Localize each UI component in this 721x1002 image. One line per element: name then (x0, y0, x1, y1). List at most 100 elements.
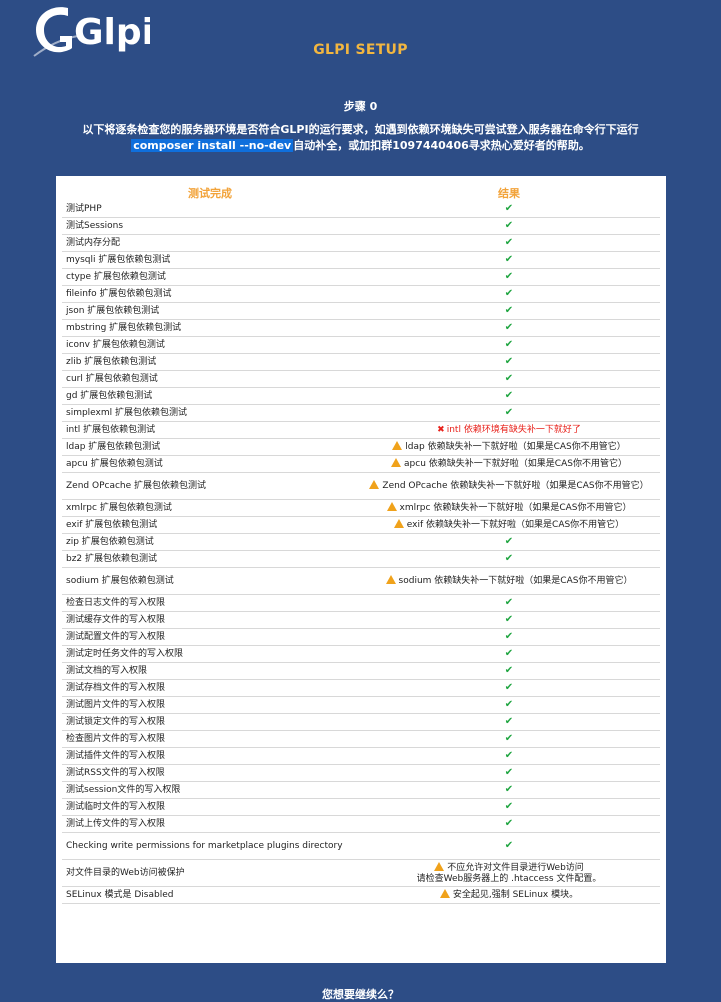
test-name: 测试锁定文件的写入权限 (62, 713, 358, 731)
table-row: iconv 扩展包依赖包测试 ✔ (62, 336, 660, 354)
intro-text: 以下将逐条检查您的服务器环境是否符合GLPI的运行要求，如遇到依赖环境缺失可尝试… (20, 122, 701, 154)
test-name: 测试RSS文件的写入权限 (62, 764, 358, 782)
table-row: 测试上传文件的写入权限 ✔ (62, 815, 660, 833)
warning-message: exif 依赖缺失补一下就好啦（如果是CAS你不用管它） (406, 520, 625, 530)
test-name: intl 扩展包依赖包测试 (62, 421, 358, 439)
table-row: apcu 扩展包依赖包测试 apcu 依赖缺失补一下就好啦（如果是CAS你不用管它… (62, 455, 660, 473)
warning-message: 不应允许对文件目录进行Web访问 (447, 862, 584, 873)
table-row: SELinux 模式是 Disabled 安全起见,强制 SELinux 模块。 (62, 886, 660, 904)
test-name: 检查日志文件的写入权限 (62, 594, 358, 612)
column-header-test: 测试完成 (188, 187, 232, 200)
requirements-table: 测试完成 结果 测试PHP ✔ 测试Sessions ✔ 测试内存分配 ✔ mysqli 扩… (62, 185, 660, 904)
check-icon: ✔ (504, 220, 514, 231)
table-row: exif 扩展包依赖包测试 exif 依赖缺失补一下就好啦（如果是CAS你不用管它… (62, 516, 660, 534)
test-name: curl 扩展包依赖包测试 (62, 370, 358, 388)
test-name: 测试定时任务文件的写入权限 (62, 645, 358, 663)
test-name: 测试临时文件的写入权限 (62, 798, 358, 816)
composer-command: composer install --no-dev (131, 139, 294, 152)
check-icon: ✔ (504, 407, 514, 418)
setup-title: GLPI SETUP (313, 42, 408, 58)
requirements-panel: 测试完成 结果 测试PHP ✔ 测试Sessions ✔ 测试内存分配 ✔ mysqli 扩… (56, 176, 666, 963)
table-row: 对文件目录的Web访问被保护 不应允许对文件目录进行Web访问 请检查Web服务器上… (62, 859, 660, 887)
test-result: ✔ (358, 730, 660, 748)
table-row: 测试配置文件的写入权限 ✔ (62, 628, 660, 646)
warning-icon (439, 889, 450, 898)
table-row: intl 扩展包依赖包测试 ✖ intl 依赖环境有缺失补一下就好了 (62, 421, 660, 439)
test-name: 测试文档的写入权限 (62, 662, 358, 680)
test-name: zlib 扩展包依赖包测试 (62, 353, 358, 371)
table-row: ldap 扩展包依赖包测试 ldap 依赖缺失补一下就好啦（如果是CAS你不用管它… (62, 438, 660, 456)
test-name: apcu 扩展包依赖包测试 (62, 455, 358, 473)
check-icon: ✔ (504, 339, 514, 350)
table-row: simplexml 扩展包依赖包测试 ✔ (62, 404, 660, 422)
test-name: SELinux 模式是 Disabled (62, 886, 358, 904)
test-result: ✔ (358, 285, 660, 303)
test-name: simplexml 扩展包依赖包测试 (62, 404, 358, 422)
test-result: ✔ (358, 611, 660, 629)
table-row: mbstring 扩展包依赖包测试 ✔ (62, 319, 660, 337)
check-icon: ✔ (504, 373, 514, 384)
test-name: 测试PHP (62, 201, 358, 218)
step-label: 步骤 0 (343, 100, 378, 113)
test-result: xmlrpc 依赖缺失补一下就好啦（如果是CAS你不用管它） (358, 499, 660, 517)
warning-icon (385, 575, 396, 584)
table-row: 测试文档的写入权限 ✔ (62, 662, 660, 680)
test-result: ✔ (358, 764, 660, 782)
test-result: ✔ (358, 404, 660, 422)
check-icon: ✔ (504, 699, 514, 710)
test-name: 测试session文件的写入权限 (62, 781, 358, 799)
test-result: sodium 依赖缺失补一下就好啦（如果是CAS你不用管它） (358, 567, 660, 595)
check-icon: ✔ (504, 288, 514, 299)
table-row: 检查日志文件的写入权限 ✔ (62, 594, 660, 612)
warning-message: Zend OPcache 依赖缺失补一下就好啦（如果是CAS你不用管它） (382, 481, 649, 491)
intro-line1: 以下将逐条检查您的服务器环境是否符合GLPI的运行要求，如遇到依赖环境缺失可尝试… (82, 123, 639, 136)
test-name: sodium 扩展包依赖包测试 (62, 567, 358, 595)
test-result: ✔ (358, 594, 660, 612)
error-message: intl 依赖环境有缺失补一下就好了 (446, 424, 581, 435)
test-name: 检查图片文件的写入权限 (62, 730, 358, 748)
test-result: exif 依赖缺失补一下就好啦（如果是CAS你不用管它） (358, 516, 660, 534)
test-result: ✔ (358, 319, 660, 337)
test-name: 测试上传文件的写入权限 (62, 815, 358, 833)
test-result: ✔ (358, 550, 660, 568)
table-row: json 扩展包依赖包测试 ✔ (62, 302, 660, 320)
test-name: mysqli 扩展包依赖包测试 (62, 251, 358, 269)
table-row: zlib 扩展包依赖包测试 ✔ (62, 353, 660, 371)
check-icon: ✔ (504, 631, 514, 642)
table-row: 测试存档文件的写入权限 ✔ (62, 679, 660, 697)
check-icon: ✔ (504, 750, 514, 761)
warning-message: 安全起见,强制 SELinux 模块。 (452, 890, 579, 900)
test-result: ✔ (358, 781, 660, 799)
test-name: exif 扩展包依赖包测试 (62, 516, 358, 534)
check-icon: ✔ (504, 597, 514, 608)
test-result: ✔ (358, 387, 660, 405)
test-name: Zend OPcache 扩展包依赖包测试 (62, 472, 358, 500)
check-icon: ✔ (504, 648, 514, 659)
warning-message: apcu 依赖缺失补一下就好啦（如果是CAS你不用管它） (404, 459, 627, 469)
table-row: 测试Sessions ✔ (62, 217, 660, 235)
table-row: mysqli 扩展包依赖包测试 ✔ (62, 251, 660, 269)
warning-message-detail: 请检查Web服务器上的 .htaccess 文件配置。 (416, 873, 602, 884)
test-result: ✔ (358, 302, 660, 320)
test-name: 测试内存分配 (62, 234, 358, 252)
check-icon: ✔ (504, 818, 514, 829)
table-row: 检查图片文件的写入权限 ✔ (62, 730, 660, 748)
check-icon: ✔ (504, 682, 514, 693)
table-row: ctype 扩展包依赖包测试 ✔ (62, 268, 660, 286)
check-icon: ✔ (504, 784, 514, 795)
test-result: 安全起见,强制 SELinux 模块。 (358, 886, 660, 904)
intro-line2: 自动补全，或加扣群1097440406寻求热心爱好者的帮助。 (293, 139, 590, 152)
warning-icon (393, 519, 404, 528)
test-result: ✔ (358, 645, 660, 663)
warning-message: ldap 依赖缺失补一下就好啦（如果是CAS你不用管它） (405, 442, 626, 452)
table-row: 测试PHP ✔ (62, 201, 660, 218)
test-name: ldap 扩展包依赖包测试 (62, 438, 358, 456)
test-result: ✔ (358, 234, 660, 252)
test-result: ✔ (358, 353, 660, 371)
test-name: 对文件目录的Web访问被保护 (62, 859, 358, 887)
test-name: 测试存档文件的写入权限 (62, 679, 358, 697)
test-result: ✔ (358, 201, 660, 218)
table-row: gd 扩展包依赖包测试 ✔ (62, 387, 660, 405)
header: Glpi GLPI SETUP (0, 0, 721, 70)
test-result: 不应允许对文件目录进行Web访问 请检查Web服务器上的 .htaccess 文件… (358, 859, 660, 887)
